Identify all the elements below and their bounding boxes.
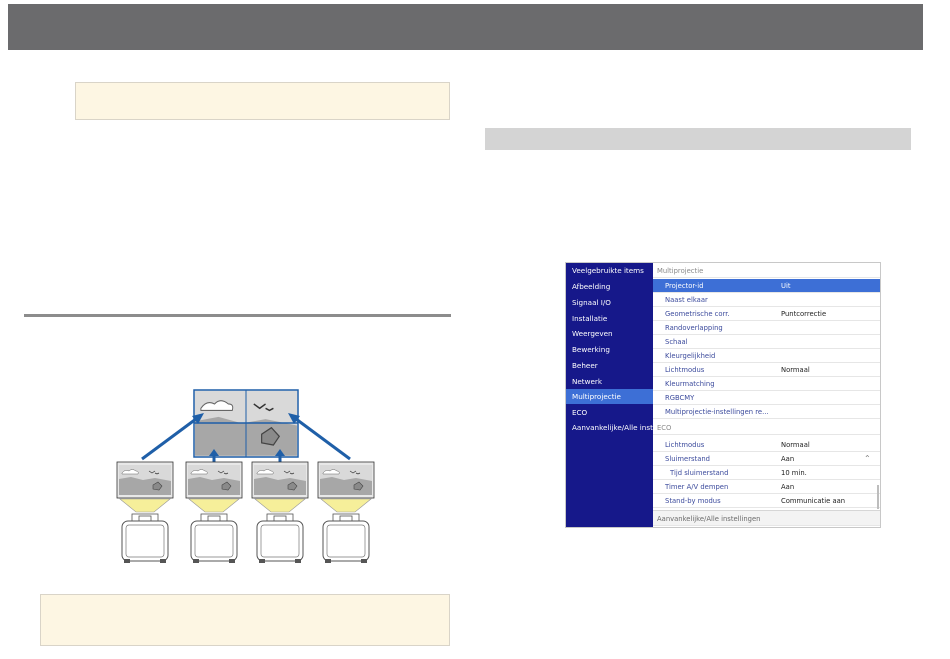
menu-row-geometrische-corr[interactable]: Geometrische corr. Puntcorrectie [653,307,880,321]
menu-row-eco-lichtmodus[interactable]: Lichtmodus Normaal [653,438,880,452]
section-title: Multiprojectie [657,267,704,275]
projected-screen [185,461,243,499]
sidebar-item-multiprojectie[interactable]: Multiprojectie [566,389,653,404]
section-heading-bar [485,128,911,150]
row-label: Randoverlapping [665,324,723,332]
projector-icon [121,513,169,564]
footer-label: Aanvankelijke/Alle instellingen [657,515,761,523]
sidebar-item-afbeelding[interactable]: Afbeelding [566,279,653,294]
row-label: Multiprojectie-instellingen re... [665,408,769,416]
row-label: Schaal [665,338,688,346]
projector-icon [322,513,370,564]
row-label: Projector-id [665,282,704,290]
projected-screen [116,461,174,499]
projector-menu: Veelgebruikte items Afbeelding Signaal I… [565,262,881,528]
row-label: Lichtmodus [665,441,705,449]
row-label: Kleurmatching [665,380,715,388]
menu-panel: Multiprojectie Projector-id Uit Naast el… [653,263,880,527]
row-value: Puntcorrectie [781,310,827,318]
section-header-multiprojectie: Multiprojectie [653,264,880,278]
menu-row-sluimerstand[interactable]: Sluimerstand Aan ⌃ [653,452,880,466]
section-divider [24,314,451,317]
projected-screen [317,461,375,499]
sidebar-item-eco[interactable]: ECO [566,405,653,420]
note-box [75,82,450,120]
row-value: Communicatie aan [781,497,846,505]
sidebar-item-installatie[interactable]: Installatie [566,311,653,326]
multiprojection-diagram [116,389,375,564]
row-label: RGBCMY [665,394,695,402]
menu-row-kleurmatching[interactable]: Kleurmatching [653,377,880,391]
menu-row-lichtmodus[interactable]: Lichtmodus Normaal [653,363,880,377]
note-box [40,594,450,646]
row-value: Normaal [781,366,810,374]
page-header-bar [8,4,923,50]
sidebar-item-netwerk[interactable]: Netwerk [566,374,653,389]
row-label: Tijd sluimerstand [670,469,729,477]
row-label: Naast elkaar [665,296,708,304]
section-title: ECO [657,424,672,432]
section-header-eco: ECO [653,421,880,435]
row-value: Uit [781,282,791,290]
projected-screen [251,461,309,499]
menu-row-projector-id[interactable]: Projector-id Uit [653,279,880,293]
row-label: Sluimerstand [665,455,710,463]
menu-footer-aanvankelijke[interactable]: Aanvankelijke/Alle instellingen [653,510,880,526]
menu-row-stand-by-modus[interactable]: Stand-by modus Communicatie aan [653,494,880,508]
menu-row-multiprojectie-reset[interactable]: Multiprojectie-instellingen re... [653,405,880,419]
sidebar-item-weergeven[interactable]: Weergeven [566,326,653,341]
projector-icon [190,513,238,564]
light-beam [119,498,372,513]
row-value: 10 min. [781,469,807,477]
sidebar-item-bewerking[interactable]: Bewerking [566,342,653,357]
menu-row-naast-elkaar[interactable]: Naast elkaar [653,293,880,307]
combined-screen [193,389,299,458]
menu-row-rgbcmy[interactable]: RGBCMY [653,391,880,405]
chevron-up-icon[interactable]: ⌃ [864,452,871,466]
menu-row-schaal[interactable]: Schaal [653,335,880,349]
menu-row-kleurgelijkheid[interactable]: Kleurgelijkheid [653,349,880,363]
row-value: Aan [781,483,795,491]
row-label: Stand-by modus [665,497,721,505]
row-label: Kleurgelijkheid [665,352,716,360]
row-value: Normaal [781,441,810,449]
sidebar-item-veelgebruikte-items[interactable]: Veelgebruikte items [566,263,653,278]
sidebar-item-signaal-io[interactable]: Signaal I/O [566,295,653,310]
sidebar-item-aanvankelijke[interactable]: Aanvankelijke/Alle inst... [566,420,653,435]
menu-row-timer-av-dempen[interactable]: Timer A/V dempen Aan [653,480,880,494]
menu-row-randoverlapping[interactable]: Randoverlapping [653,321,880,335]
scrollbar[interactable] [877,485,879,509]
menu-sidebar: Veelgebruikte items Afbeelding Signaal I… [566,263,653,527]
menu-row-tijd-sluimerstand[interactable]: Tijd sluimerstand 10 min. [653,466,880,480]
row-label: Geometrische corr. [665,310,730,318]
row-label: Lichtmodus [665,366,705,374]
row-label: Timer A/V dempen [665,483,729,491]
row-value: Aan [781,455,795,463]
sidebar-item-beheer[interactable]: Beheer [566,358,653,373]
projector-icon [256,513,304,564]
